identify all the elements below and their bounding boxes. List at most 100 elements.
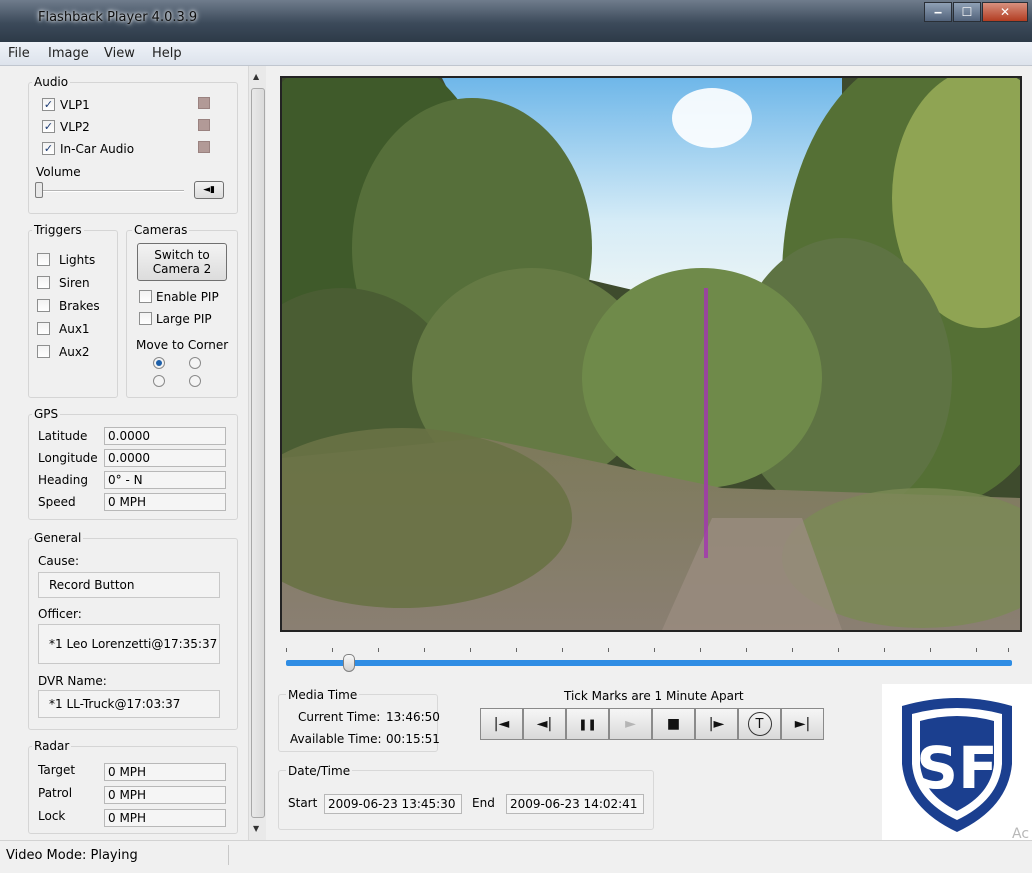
longitude-label: Longitude <box>38 451 98 465</box>
switch-camera-button[interactable]: Switch to Camera 2 <box>137 243 227 281</box>
scroll-up-arrow[interactable]: ▲ <box>253 72 259 81</box>
menu-help[interactable]: Help <box>152 46 182 61</box>
large-pip-label: Large PIP <box>156 312 212 326</box>
timeline-tick <box>838 648 839 652</box>
step-forward-button[interactable]: |► <box>695 708 738 740</box>
vlp2-label: VLP2 <box>60 120 90 134</box>
status-bar: Video Mode: Playing <box>0 840 1032 873</box>
aux2-checkbox[interactable] <box>37 345 50 358</box>
timestamp-button[interactable]: T <box>738 708 781 740</box>
large-pip-checkbox[interactable] <box>139 312 152 325</box>
move-to-corner-label: Move to Corner <box>136 338 229 352</box>
go-to-end-button[interactable]: ►| <box>781 708 824 740</box>
logo-text: SF <box>916 734 997 802</box>
end-label: End <box>472 796 495 810</box>
cause-label: Cause: <box>38 554 80 568</box>
speed-field: 0 MPH <box>104 493 226 511</box>
corner-bottom-left-radio[interactable] <box>153 375 165 387</box>
patrol-label: Patrol <box>38 786 73 800</box>
timeline-tick <box>424 648 425 652</box>
lights-label: Lights <box>59 253 96 267</box>
latitude-field: 0.0000 <box>104 427 226 445</box>
timeline-tick <box>608 648 609 652</box>
siren-label: Siren <box>59 276 90 290</box>
go-to-start-button[interactable]: |◄ <box>480 708 523 740</box>
maximize-button[interactable]: ☐ <box>953 2 981 22</box>
patrol-field: 0 MPH <box>104 786 226 804</box>
timeline-tick <box>930 648 931 652</box>
timeline-tick <box>562 648 563 652</box>
timeline-bar[interactable] <box>286 660 1012 666</box>
status-text: Video Mode: Playing <box>6 848 138 863</box>
enable-pip-checkbox[interactable] <box>139 290 152 303</box>
heading-label: Heading <box>38 473 88 487</box>
minimize-button[interactable]: ‒ <box>924 2 952 22</box>
aux2-label: Aux2 <box>59 345 90 359</box>
vlp1-checkbox[interactable]: ✓ <box>42 98 55 111</box>
mute-button[interactable]: ◄▮ <box>194 181 224 199</box>
target-field: 0 MPH <box>104 763 226 781</box>
end-datetime-field: 2009-06-23 14:02:41 <box>506 794 644 814</box>
video-viewport[interactable] <box>280 76 1022 632</box>
timeline-tick <box>976 648 977 652</box>
status-separator <box>228 845 229 865</box>
siren-checkbox[interactable] <box>37 276 50 289</box>
speaker-icon: ◄▮ <box>203 185 215 195</box>
timeline-tick <box>700 648 701 652</box>
timeline-tick <box>286 648 287 652</box>
tick-marks-note: Tick Marks are 1 Minute Apart <box>564 689 744 703</box>
window-controls: ‒ ☐ ✕ <box>923 2 1028 22</box>
brakes-label: Brakes <box>59 299 100 313</box>
audio-title: Audio <box>32 75 71 89</box>
target-label: Target <box>38 763 76 777</box>
vlp1-label: VLP1 <box>60 98 90 112</box>
lock-field: 0 MPH <box>104 809 226 827</box>
left-panel: Audio ✓ VLP1 ✓ VLP2 ✓ In-Car Audio Volum… <box>0 66 248 840</box>
current-time-label: Current Time: <box>298 710 381 724</box>
menu-image[interactable]: Image <box>48 46 89 61</box>
menu-file[interactable]: File <box>8 46 30 61</box>
volume-slider-thumb[interactable] <box>35 182 43 198</box>
volume-slider-track[interactable] <box>38 190 184 192</box>
vlp2-level-indicator <box>198 119 210 131</box>
timeline-tick <box>378 648 379 652</box>
left-panel-scrollbar[interactable]: ▲ ▼ <box>248 66 266 840</box>
incar-audio-checkbox[interactable]: ✓ <box>42 142 55 155</box>
dvr-name-label: DVR Name: <box>38 674 107 688</box>
window-title: Flashback Player 4.0.3.9 <box>38 10 198 25</box>
start-label: Start <box>288 796 318 810</box>
timeline-tick <box>654 648 655 652</box>
scrollbar-thumb[interactable] <box>251 88 265 818</box>
vlp1-level-indicator <box>198 97 210 109</box>
lights-checkbox[interactable] <box>37 253 50 266</box>
heading-field: 0° - N <box>104 471 226 489</box>
timeline-tick <box>1008 648 1009 652</box>
available-time-value: 00:15:51 <box>386 732 440 746</box>
timeline-tick <box>470 648 471 652</box>
pause-button[interactable]: ❚❚ <box>566 708 609 740</box>
corner-top-right-radio[interactable] <box>189 357 201 369</box>
vlp2-checkbox[interactable]: ✓ <box>42 120 55 133</box>
cause-field: Record Button <box>38 572 220 598</box>
timeline-position-thumb[interactable] <box>343 654 355 672</box>
incar-audio-label: In-Car Audio <box>60 142 135 156</box>
triggers-title: Triggers <box>32 223 84 237</box>
timestamp-circle-icon: T <box>747 712 772 736</box>
playback-timeline[interactable] <box>286 648 1012 672</box>
corner-bottom-right-radio[interactable] <box>189 375 201 387</box>
scroll-down-arrow[interactable]: ▼ <box>253 824 259 833</box>
company-logo: SF Ac <box>882 684 1032 842</box>
volume-label: Volume <box>36 165 81 179</box>
menu-view[interactable]: View <box>104 46 135 61</box>
aux1-checkbox[interactable] <box>37 322 50 335</box>
stop-button[interactable]: ■ <box>652 708 695 740</box>
date-time-title: Date/Time <box>286 764 353 778</box>
corner-top-left-radio[interactable] <box>153 357 165 369</box>
close-button[interactable]: ✕ <box>982 2 1028 22</box>
brakes-checkbox[interactable] <box>37 299 50 312</box>
shield-logo-icon: SF <box>902 698 1012 832</box>
latitude-label: Latitude <box>38 429 88 443</box>
play-button[interactable]: ► <box>609 708 652 740</box>
general-title: General <box>32 531 84 545</box>
step-back-button[interactable]: ◄| <box>523 708 566 740</box>
